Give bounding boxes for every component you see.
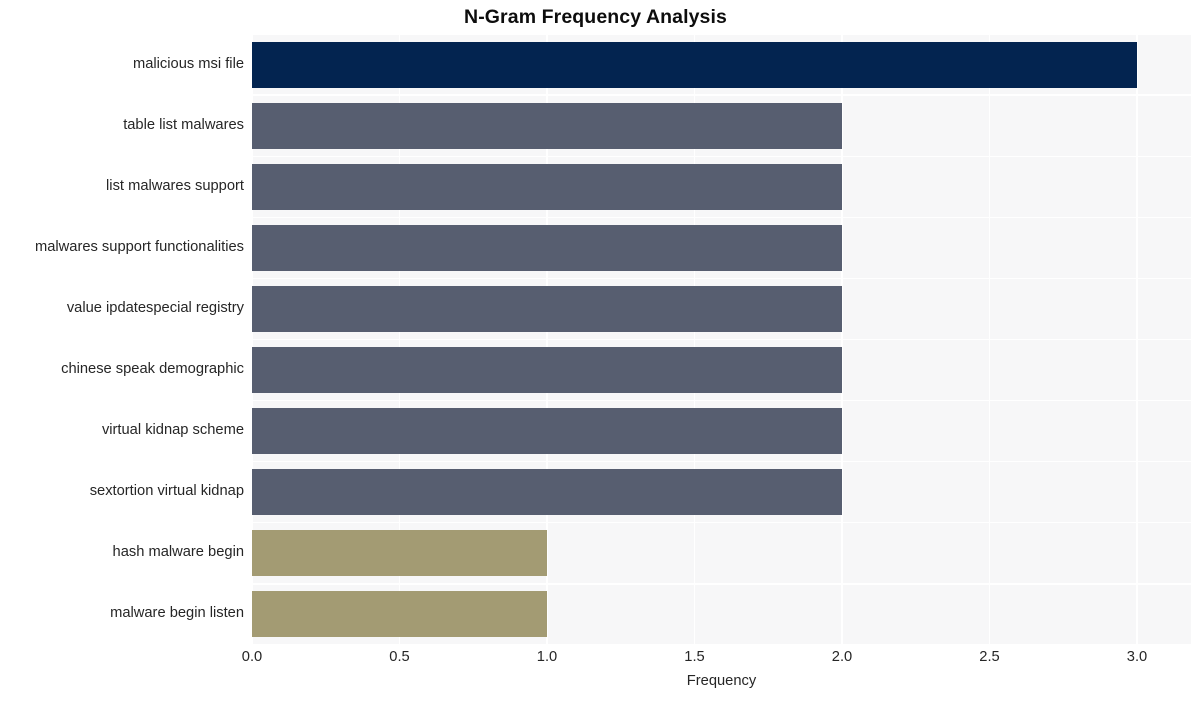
gridline-horizontal <box>252 216 1191 218</box>
gridline-horizontal <box>252 277 1191 280</box>
gridline-horizontal <box>252 644 1191 645</box>
x-axis-title: Frequency <box>686 673 757 689</box>
y-axis-tick-label: sextortion virtual kidnap <box>89 483 244 500</box>
y-axis-tick-label: chinese speak demographic <box>61 361 244 378</box>
bar[interactable] <box>252 285 842 332</box>
bar[interactable] <box>252 530 547 577</box>
gridline-horizontal <box>252 461 1191 463</box>
x-axis-tick-labels: 0.0 0.5 1.0 1.5 2.0 2.5 3.0 <box>0 649 1191 671</box>
y-axis-tick-label: list malwares support <box>106 177 244 194</box>
gridline-horizontal <box>252 583 1191 585</box>
y-axis-tick-label: malwares support functionalities <box>35 238 244 255</box>
bar[interactable] <box>252 347 842 394</box>
x-axis-tick-label: 2.5 <box>979 649 1000 665</box>
x-axis-tick-label: 3.0 <box>1126 649 1148 665</box>
bar[interactable] <box>252 41 1137 88</box>
y-axis-tick-label: malicious msi file <box>133 55 244 72</box>
gridline-horizontal <box>252 94 1191 96</box>
chart-figure: N-Gram Frequency Analysis malicious msi … <box>0 0 1191 701</box>
gridline-horizontal <box>252 34 1191 35</box>
bar[interactable] <box>252 469 842 516</box>
plot-area <box>252 34 1191 645</box>
bar[interactable] <box>252 102 842 149</box>
x-axis-tick-label: 1.5 <box>684 649 705 665</box>
gridline-horizontal <box>252 522 1191 524</box>
bar[interactable] <box>252 163 842 210</box>
chart-title: N-Gram Frequency Analysis <box>464 6 727 28</box>
bar[interactable] <box>252 591 547 638</box>
bar[interactable] <box>252 408 842 455</box>
y-axis-tick-label: malware begin listen <box>110 605 244 622</box>
x-axis-tick-label: 0.0 <box>241 649 263 665</box>
gridline-horizontal <box>252 155 1191 157</box>
y-axis-tick-labels: malicious msi file table list malwares lis… <box>0 34 244 645</box>
y-axis-tick-label: value ipdatespecial registry <box>66 299 244 316</box>
x-axis-tick-label: 0.5 <box>389 649 410 665</box>
y-axis-tick-label: hash malware begin <box>112 544 244 561</box>
y-axis-tick-label: table list malwares <box>123 116 244 133</box>
x-axis-tick-label: 2.0 <box>831 649 853 665</box>
gridline-horizontal <box>252 338 1191 341</box>
y-axis-tick-label: virtual kidnap scheme <box>101 422 244 439</box>
gridline-horizontal <box>252 399 1191 402</box>
bar[interactable] <box>252 224 842 271</box>
x-axis-tick-label: 1.0 <box>536 649 558 665</box>
